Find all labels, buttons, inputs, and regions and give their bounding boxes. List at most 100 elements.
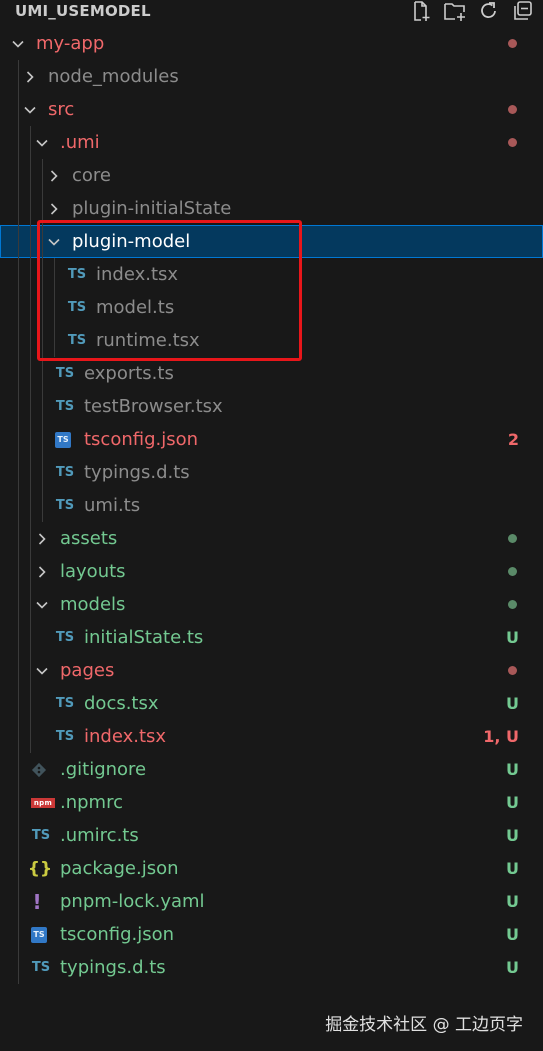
tree-folder-row[interactable]: pages [0, 654, 543, 687]
git-status-badge: U [506, 859, 519, 878]
tsconfig-file-icon: TS [54, 423, 72, 456]
typescript-file-icon: TS [55, 498, 75, 513]
file-name: package.json [60, 858, 179, 879]
npm-file-icon: npm [30, 786, 56, 819]
git-status-badge: U [506, 694, 519, 713]
typescript-file-icon: TS [55, 465, 75, 480]
tree-file-row[interactable]: TS initialState.ts U [0, 621, 543, 654]
folder-name: layouts [60, 561, 126, 582]
new-folder-icon[interactable] [443, 0, 467, 22]
explorer-actions [409, 0, 535, 22]
folder-name: my-app [36, 33, 105, 54]
indent-guide [18, 60, 19, 984]
typescript-file-icon: TS [31, 960, 51, 975]
tree-folder-row[interactable]: my-app [0, 27, 543, 60]
folder-name: node_modules [48, 66, 179, 87]
tree-file-row[interactable]: TS .umirc.ts U [0, 819, 543, 852]
git-status-dot [508, 567, 517, 576]
typescript-file-icon: TS [55, 399, 75, 414]
file-name: index.tsx [84, 726, 167, 747]
file-name: umi.ts [84, 495, 141, 516]
git-file-icon [30, 753, 48, 786]
git-status-badge: U [506, 760, 519, 779]
json-file-icon: {} [27, 858, 53, 879]
git-status-dot [508, 39, 517, 48]
indent-guide [30, 126, 31, 753]
watermark: 掘金技术社区 @ 工边页字 [325, 1015, 523, 1035]
git-status-badge: U [506, 826, 519, 845]
file-name: .umirc.ts [60, 825, 139, 846]
chevron-down-icon[interactable] [35, 588, 49, 621]
file-name: tsconfig.json [84, 429, 199, 450]
tree-folder-row[interactable]: node_modules [0, 60, 543, 93]
chevron-down-icon[interactable] [11, 27, 25, 60]
git-status-badge: U [506, 958, 519, 977]
file-name: typings.d.ts [84, 462, 190, 483]
git-status-badge: 2 [507, 430, 519, 449]
git-status-badge: 1, U [483, 727, 519, 746]
tree-folder-row[interactable]: .umi [0, 126, 543, 159]
tree-file-row[interactable]: TS tsconfig.json 2 [0, 423, 543, 456]
explorer-header: UMI_USEMODEL [0, 0, 543, 22]
file-name: tsconfig.json [60, 924, 175, 945]
tree-file-row[interactable]: npm .npmrc U [0, 786, 543, 819]
tree-folder-row[interactable]: src [0, 93, 543, 126]
yaml-file-icon: ! [32, 889, 42, 914]
folder-name: .umi [60, 132, 100, 153]
git-status-badge: U [506, 892, 519, 911]
file-name: testBrowser.tsx [84, 396, 223, 417]
tree-folder-row[interactable]: assets [0, 522, 543, 555]
explorer-panel: UMI_USEMODEL my-app node_modules src .um… [0, 0, 543, 1051]
tree-file-row[interactable]: TS docs.tsx U [0, 687, 543, 720]
tree-folder-row[interactable]: models [0, 588, 543, 621]
tree-file-row[interactable]: TS typings.d.ts U [0, 951, 543, 984]
folder-name: core [72, 165, 111, 186]
typescript-file-icon: TS [31, 828, 51, 843]
git-status-dot [508, 105, 517, 114]
tree-file-row[interactable]: ! pnpm-lock.yaml U [0, 885, 543, 918]
git-status-badge: U [506, 628, 519, 647]
tree-file-row[interactable]: TS index.tsx 1, U [0, 720, 543, 753]
chevron-right-icon[interactable] [23, 60, 37, 93]
tree-file-row[interactable]: {} package.json U [0, 852, 543, 885]
chevron-down-icon[interactable] [23, 93, 37, 126]
typescript-file-icon: TS [55, 630, 75, 645]
git-status-dot [508, 534, 517, 543]
tree-folder-row[interactable]: core [0, 159, 543, 192]
typescript-file-icon: TS [55, 696, 75, 711]
git-status-dot [508, 666, 517, 675]
file-name: initialState.ts [84, 627, 204, 648]
tsconfig-file-icon: TS [30, 918, 48, 951]
tree-folder-row[interactable]: layouts [0, 555, 543, 588]
new-file-icon[interactable] [409, 0, 433, 22]
tree-file-row[interactable]: TS umi.ts [0, 489, 543, 522]
tree-file-row[interactable]: TS exports.ts [0, 357, 543, 390]
git-status-badge: U [506, 925, 519, 944]
typescript-file-icon: TS [55, 366, 75, 381]
git-status-dot [508, 600, 517, 609]
folder-name: pages [60, 660, 115, 681]
tree-file-row[interactable]: TS tsconfig.json U [0, 918, 543, 951]
git-status-dot [508, 138, 517, 147]
file-name: pnpm-lock.yaml [60, 891, 205, 912]
collapse-all-icon[interactable] [511, 0, 535, 22]
folder-name: models [60, 594, 126, 615]
chevron-right-icon[interactable] [35, 522, 49, 555]
file-name: typings.d.ts [60, 957, 166, 978]
git-status-badge: U [506, 793, 519, 812]
tree-file-row[interactable]: TS typings.d.ts [0, 456, 543, 489]
file-name: .npmrc [60, 792, 123, 813]
refresh-icon[interactable] [477, 0, 501, 22]
typescript-file-icon: TS [55, 729, 75, 744]
chevron-right-icon[interactable] [47, 159, 61, 192]
chevron-down-icon[interactable] [35, 126, 49, 159]
file-name: .gitignore [60, 759, 147, 780]
tree-file-row[interactable]: TS testBrowser.tsx [0, 390, 543, 423]
file-name: exports.ts [84, 363, 174, 384]
annotation-highlight-box [37, 220, 302, 361]
tree-file-row[interactable]: .gitignore U [0, 753, 543, 786]
file-name: docs.tsx [84, 693, 159, 714]
explorer-title: UMI_USEMODEL [15, 2, 151, 20]
chevron-right-icon[interactable] [35, 555, 49, 588]
chevron-down-icon[interactable] [35, 654, 49, 687]
